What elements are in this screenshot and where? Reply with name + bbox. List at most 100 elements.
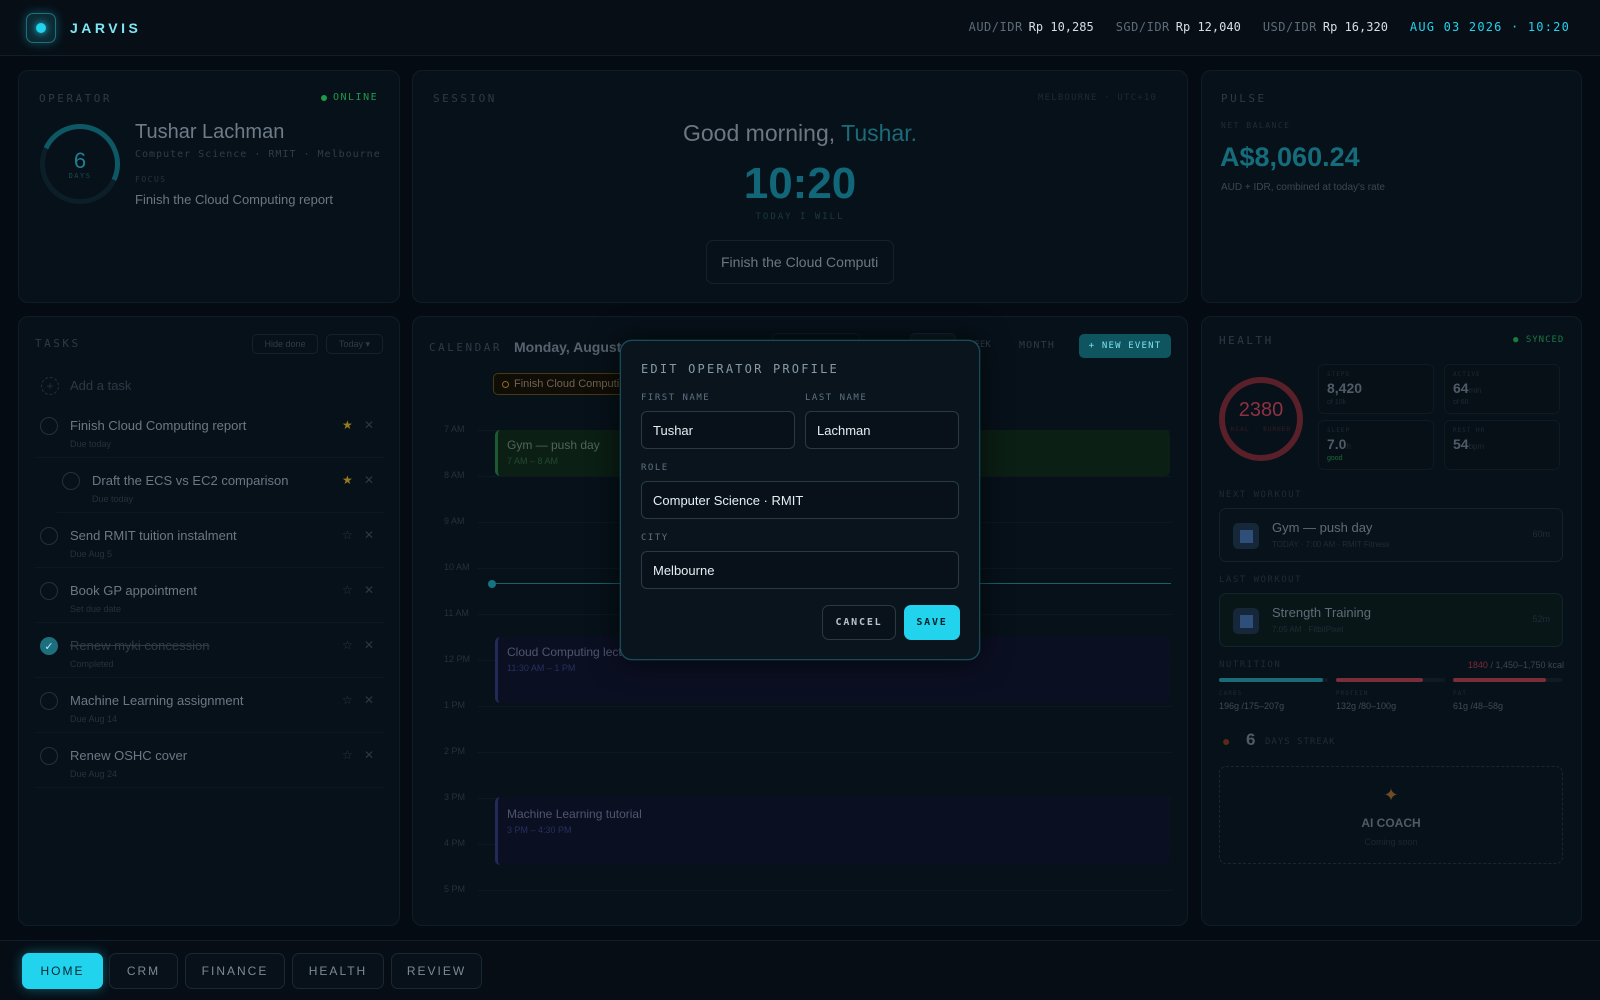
task-title[interactable]: Renew myki concession: [70, 638, 209, 653]
delete-icon[interactable]: ✕: [364, 418, 374, 432]
stat-sub: of 60: [1453, 399, 1469, 406]
nav-health[interactable]: HEALTH: [292, 953, 384, 989]
role-field[interactable]: Computer Science · RMIT: [641, 481, 959, 519]
task-row[interactable]: Send RMIT tuition instalment Due Aug 5 ☆…: [35, 518, 385, 568]
task-filter-dropdown[interactable]: Today ▾: [326, 334, 383, 354]
rate-value: Rp 10,285: [1028, 20, 1094, 34]
add-task-icon[interactable]: +: [41, 377, 59, 395]
rate-code: AUD/IDR: [968, 20, 1023, 34]
focus-chip-icon: [502, 380, 509, 388]
task-row[interactable]: Finish Cloud Computing report Due today …: [35, 408, 385, 458]
streak-label: DAYS STREAK: [1265, 737, 1336, 747]
macro-target: /48–58g: [1468, 701, 1504, 711]
kcal-label: KCAL · BURNED: [1231, 426, 1291, 433]
task-title[interactable]: Finish Cloud Computing report: [70, 418, 246, 433]
star-icon[interactable]: ☆: [342, 528, 353, 542]
event-ml-tutorial[interactable]: Machine Learning tutorial 3 PM – 4:30 PM: [495, 797, 1170, 865]
task-due: Due today: [92, 494, 134, 504]
macro-label: PROTEIN: [1336, 690, 1369, 697]
task-title[interactable]: Machine Learning assignment: [70, 693, 243, 708]
save-button[interactable]: SAVE: [904, 605, 960, 640]
net-balance-note: AUD + IDR, combined at today's rate: [1221, 182, 1385, 193]
stat-value: 8,420: [1327, 380, 1363, 396]
ai-coach-card[interactable]: ✦ AI COACH Coming soon: [1219, 766, 1563, 864]
first-name-field[interactable]: Tushar: [641, 411, 795, 449]
health-stat-card: REST HR 54bpm: [1444, 420, 1560, 470]
panel-title-calendar: CALENDAR: [429, 341, 502, 354]
task-title[interactable]: Draft the ECS vs EC2 comparison: [92, 473, 289, 488]
next-workout-card[interactable]: Gym — push day TODAY · 7:00 AM · RMIT Fi…: [1219, 508, 1563, 562]
hour-label: 11 AM: [444, 608, 469, 618]
task-row[interactable]: Book GP appointment Set due date ☆ ✕: [35, 573, 385, 623]
session-location: MELBOURNE · UTC+10: [1038, 93, 1158, 103]
focus-text: Finish the Cloud Computing report: [135, 192, 333, 207]
nutrition-total: 1840 / 1,450–1,750 kcal: [1300, 660, 1564, 670]
task-due: Due today: [70, 439, 112, 449]
delete-icon[interactable]: ✕: [364, 638, 374, 652]
last-workout-sub: 7:05 AM · FitbitPixel: [1272, 625, 1344, 634]
brand-name: JARVIS: [70, 20, 142, 36]
star-icon[interactable]: ☆: [342, 748, 353, 762]
hour-label: 12 PM: [444, 654, 471, 664]
cancel-button[interactable]: CANCEL: [822, 605, 896, 640]
task-due: Due Aug 14: [70, 714, 118, 724]
last-workout-card[interactable]: Strength Training 7:05 AM · FitbitPixel …: [1219, 593, 1563, 647]
task-checkbox[interactable]: [40, 692, 58, 710]
first-name-label: FIRST NAME: [641, 393, 711, 403]
task-due: Due Aug 5: [70, 549, 113, 559]
macro-target: /175–207g: [1239, 701, 1285, 711]
task-checkbox[interactable]: ✓: [40, 637, 58, 655]
hour-label: 1 PM: [444, 700, 466, 710]
delete-icon[interactable]: ✕: [364, 693, 374, 707]
star-icon[interactable]: ☆: [342, 693, 353, 707]
nav-crm[interactable]: CRM: [109, 953, 178, 989]
task-checkbox[interactable]: [40, 417, 58, 435]
nav-home[interactable]: HOME: [22, 953, 103, 989]
task-checkbox[interactable]: [40, 582, 58, 600]
macro-value-row: 132g /80–100g: [1336, 701, 1396, 711]
nav-review[interactable]: REVIEW: [391, 953, 482, 989]
nutrition-target: / 1,450–1,750 kcal: [1487, 660, 1564, 670]
macro-fill: [1453, 678, 1546, 682]
task-row[interactable]: Draft the ECS vs EC2 comparison Due toda…: [57, 463, 385, 513]
ai-coach-title: AI COACH: [1361, 816, 1421, 830]
macro-item: CARBS 196g /175–207g: [1219, 678, 1328, 718]
city-field[interactable]: Melbourne: [641, 551, 959, 589]
focus-chip[interactable]: Finish Cloud Computi: [493, 373, 628, 395]
new-event-button[interactable]: + NEW EVENT: [1079, 334, 1171, 358]
tab-month[interactable]: MONTH: [1004, 333, 1070, 357]
delete-icon[interactable]: ✕: [364, 583, 374, 597]
operator-name[interactable]: Tushar Lachman: [135, 121, 284, 144]
nav-finance[interactable]: FINANCE: [185, 953, 285, 989]
hide-done-button[interactable]: Hide done: [252, 334, 318, 354]
delete-icon[interactable]: ✕: [364, 473, 374, 487]
delete-icon[interactable]: ✕: [364, 748, 374, 762]
star-icon[interactable]: ★: [342, 418, 353, 432]
task-checkbox[interactable]: [40, 527, 58, 545]
star-icon[interactable]: ☆: [342, 638, 353, 652]
task-checkbox[interactable]: [62, 472, 80, 490]
delete-icon[interactable]: ✕: [364, 528, 374, 542]
next-workout-sub: TODAY · 7:00 AM · RMIT Fitness: [1272, 540, 1390, 549]
intent-input[interactable]: Finish the Cloud Computi: [706, 240, 894, 284]
last-name-field[interactable]: Lachman: [805, 411, 959, 449]
task-row[interactable]: Renew OSHC cover Due Aug 24 ☆ ✕: [35, 738, 385, 788]
task-row[interactable]: Machine Learning assignment Due Aug 14 ☆…: [35, 683, 385, 733]
task-checkbox[interactable]: [40, 747, 58, 765]
stat-value: 7.0: [1327, 436, 1347, 452]
now-indicator-dot: [488, 580, 496, 588]
modal-title: EDIT OPERATOR PROFILE: [641, 362, 839, 376]
task-title[interactable]: Renew OSHC cover: [70, 748, 187, 763]
panel-title-health: HEALTH: [1219, 334, 1274, 347]
stat-unit: bpm: [1468, 442, 1485, 451]
last-workout-duration: 52m: [1532, 614, 1550, 624]
add-task-input[interactable]: Add a task: [70, 378, 131, 393]
macro-value: 132g: [1336, 701, 1357, 711]
task-row[interactable]: ✓ Renew myki concession Completed ☆ ✕: [35, 628, 385, 678]
star-icon[interactable]: ★: [342, 473, 353, 487]
star-icon[interactable]: ☆: [342, 583, 353, 597]
macro-value-row: 196g /175–207g: [1219, 701, 1284, 711]
task-title[interactable]: Send RMIT tuition instalment: [70, 528, 237, 543]
task-title[interactable]: Book GP appointment: [70, 583, 197, 598]
hour-label: 2 PM: [444, 746, 466, 756]
